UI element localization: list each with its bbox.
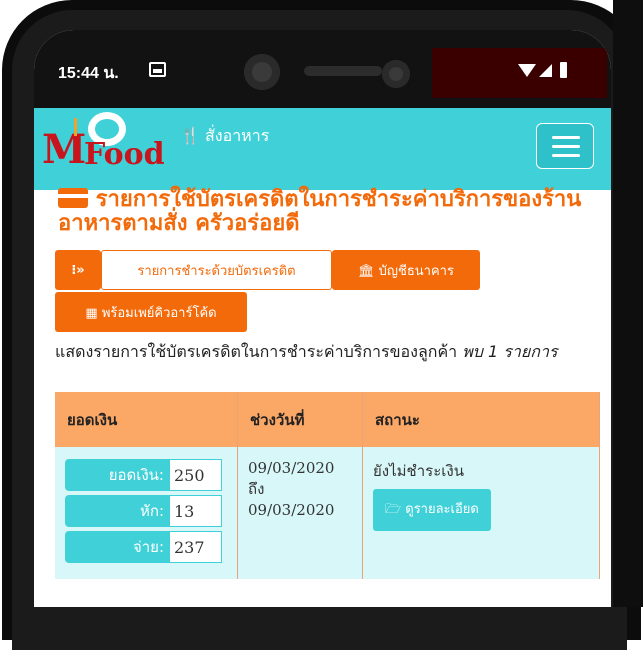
table-row: ยอดเงิน: 250 หัก: 13 จ่าย: 237 09/03/202… [55,447,600,579]
column-header-amount: ยอดเงิน [55,392,238,447]
date-to: 09/03/2020 [248,501,335,519]
wifi-icon [518,64,536,77]
sensor-icon [382,60,410,88]
speaker-grille [304,66,382,76]
deduct-group: หัก: 13 [65,495,227,527]
amount-value: 250 [170,459,222,491]
tab-promptpay-label: ▦ พร้อมเพย์คิวอาร์โค้ด [85,305,217,321]
table-header-row: ยอดเงิน ช่วงวันที่ สถานะ [55,392,600,447]
deduct-label: หัก: [65,495,170,527]
tab-card-payments-label: รายการชำระด้วยบัตรเครดิต [137,263,296,279]
front-camera-icon [244,54,280,90]
page-title-text: รายการใช้บัตรเครดิตในการชำระค่าบริการของ… [58,187,582,236]
amount-label: ยอดเงิน: [65,459,170,491]
signal-icon [539,64,552,77]
logo-food-text: Food [84,137,165,172]
page-title: รายการใช้บัตรเครดิตในการชำระค่าบริการของ… [58,188,598,236]
menu-toggle-button[interactable] [536,123,594,169]
tab-card-payments[interactable]: รายการชำระด้วยบัตรเครดิต [101,250,332,290]
view-details-button[interactable]: 🗁 ดูรายละเอียด [373,489,491,531]
pay-label: จ่าย: [65,531,170,563]
tab-promptpay-qr[interactable]: ▦ พร้อมเพย์คิวอาร์โค้ด [55,292,247,332]
date-to-word: ถึง [248,480,265,498]
status-cell: ยังไม่ชำระเงิน 🗁 ดูรายละเอียด [362,447,600,579]
column-header-status: สถานะ [362,392,600,447]
gallery-icon [149,62,166,77]
pay-group: จ่าย: 237 [65,531,227,563]
tab-bank-label: 🏛 บัญชีธนาคาร [358,263,454,279]
amount-cell: ยอดเงิน: 250 หัก: 13 จ่าย: 237 [55,447,238,579]
mfood-logo[interactable]: M Food [38,112,178,173]
hamburger-icon [552,145,580,148]
date-range-cell: 09/03/2020 ถึง 09/03/2020 [237,447,363,579]
view-details-label: 🗁 ดูรายละเอียด [385,502,479,517]
description-main: แสดงรายการใช้บัตรเครดิตในการชำระค่าบริกา… [55,342,458,361]
payments-table: ยอดเงิน ช่วงวันที่ สถานะ ยอดเงิน: 250 หั… [55,392,600,579]
hamburger-icon [552,154,580,157]
status-text: ยังไม่ชำระเงิน [373,462,464,480]
phone-right-edge [613,0,643,607]
description-text: แสดงรายการใช้บัตรเครดิตในการชำระค่าบริกา… [55,340,580,364]
credit-card-icon [58,188,88,208]
deduct-value: 13 [170,495,222,527]
brand-order-link[interactable]: 🍴 สั่งอาหาร [180,124,269,149]
amount-group: ยอดเงิน: 250 [65,459,227,491]
pay-value: 237 [170,531,222,563]
logo-letter-m: M [42,126,87,173]
tab-toggle-icon: ⁝» [71,262,85,278]
column-header-date-range: ช่วงวันที่ [237,392,363,447]
date-from: 09/03/2020 [248,459,335,477]
tab-bank-account[interactable]: 🏛 บัญชีธนาคาร [332,250,480,290]
phone-device: 15:44 น. M Food 🍴 สั่งอาหาร รายการใช้บัต… [0,0,643,650]
result-count: พบ 1 รายการ [462,342,558,361]
battery-icon [560,62,567,78]
status-time: 15:44 น. [58,65,119,82]
fork-icon [74,118,77,136]
hamburger-icon [552,136,580,139]
status-bar: 15:44 น. [34,30,611,108]
tab-toggle-button[interactable]: ⁝» [55,250,101,290]
